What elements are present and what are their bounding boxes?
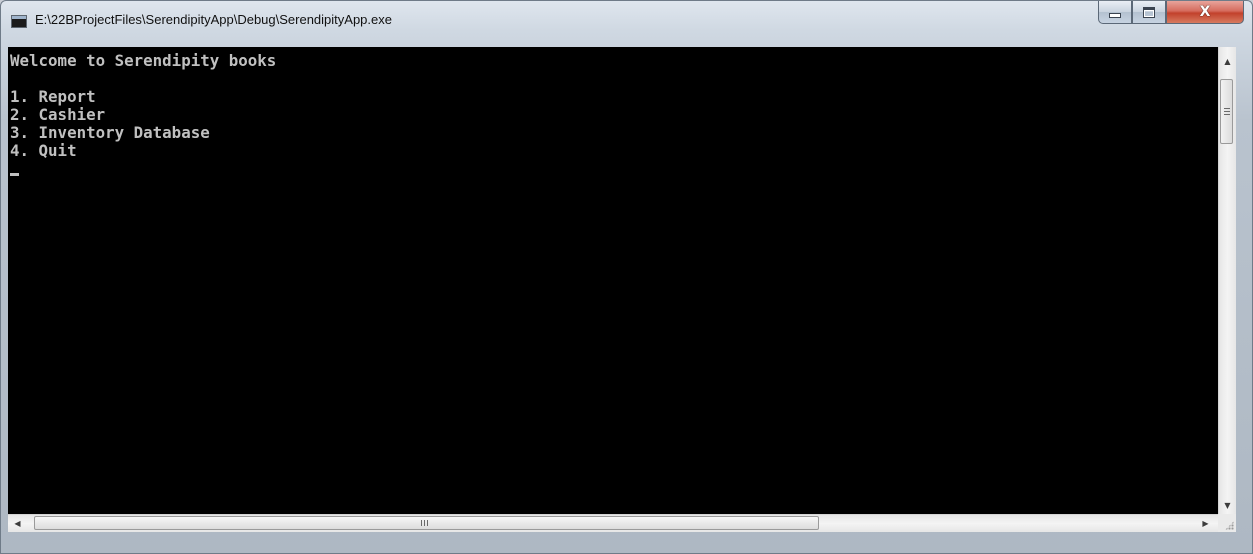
- console-line: 2. Cashier: [10, 105, 106, 124]
- maximize-icon: [1143, 6, 1155, 18]
- console-window: E:\22BProjectFiles\SerendipityApp\Debug\…: [0, 0, 1253, 554]
- close-icon: X: [1199, 4, 1211, 20]
- caption-buttons: X: [1098, 1, 1244, 25]
- console-line: Welcome to Serendipity books: [10, 51, 277, 70]
- scroll-grip-icon: [1224, 108, 1230, 115]
- text-cursor: [10, 173, 19, 176]
- console-text: Welcome to Serendipity books 1. Report 2…: [10, 52, 276, 178]
- maximize-button[interactable]: [1132, 1, 1166, 24]
- vertical-scrollbar[interactable]: ▲ ▼: [1218, 47, 1236, 514]
- window-title: E:\22BProjectFiles\SerendipityApp\Debug\…: [35, 12, 392, 27]
- chevron-up-icon[interactable]: ▲: [1219, 53, 1236, 70]
- close-button[interactable]: X: [1166, 1, 1244, 24]
- vertical-scroll-thumb[interactable]: [1220, 79, 1233, 144]
- title-bar[interactable]: E:\22BProjectFiles\SerendipityApp\Debug\…: [1, 1, 1252, 47]
- minimize-icon: [1109, 12, 1121, 18]
- console-line: 4. Quit: [10, 141, 77, 160]
- horizontal-scroll-thumb[interactable]: [34, 516, 819, 530]
- horizontal-scrollbar[interactable]: ◀ ▶: [8, 514, 1218, 532]
- console-line: 1. Report: [10, 87, 96, 106]
- minimize-button[interactable]: [1098, 1, 1132, 24]
- chevron-left-icon[interactable]: ◀: [9, 515, 26, 532]
- console-line: 3. Inventory Database: [10, 123, 210, 142]
- scroll-grip-icon: [421, 520, 428, 526]
- chevron-down-icon[interactable]: ▼: [1219, 497, 1236, 514]
- console-app-icon[interactable]: [11, 15, 27, 28]
- chevron-right-icon[interactable]: ▶: [1197, 515, 1214, 532]
- resize-grip-icon[interactable]: [1218, 514, 1236, 532]
- console-output[interactable]: Welcome to Serendipity books 1. Report 2…: [8, 47, 1218, 514]
